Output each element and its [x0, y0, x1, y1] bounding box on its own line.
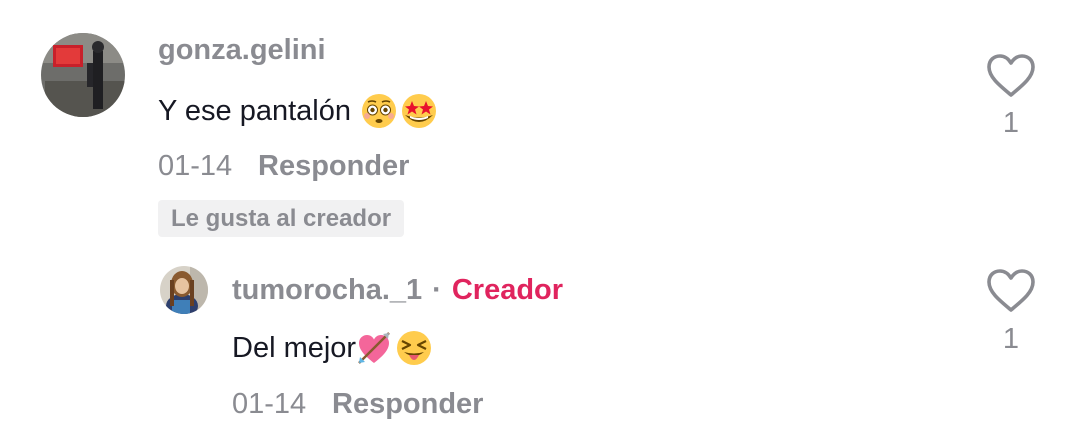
liked-by-creator-badge: Le gusta al creador	[158, 200, 405, 237]
reply-text-content: Del mejor	[232, 331, 357, 364]
reply-button[interactable]: Responder	[332, 388, 483, 421]
reply-date: 01-14	[232, 388, 307, 420]
flushed-face-emoji	[361, 94, 396, 128]
reply-header: tumorocha._1 · Creador	[232, 274, 563, 307]
like-button[interactable]	[985, 53, 1037, 99]
like-button[interactable]	[985, 268, 1037, 314]
creator-label: Creador	[451, 274, 564, 306]
heart-with-arrow-emoji	[358, 332, 390, 364]
comment-username[interactable]: gonza.gelini	[158, 34, 326, 67]
comment-text: Y ese pantalón	[158, 93, 437, 129]
separator-dot: ·	[432, 274, 442, 306]
reply-button[interactable]: Responder	[258, 150, 409, 183]
avatar-image	[160, 266, 208, 314]
star-struck-emoji	[401, 94, 436, 128]
like-count: 1	[1002, 107, 1020, 139]
avatar-image	[41, 33, 125, 117]
avatar[interactable]	[160, 266, 208, 314]
reply-username[interactable]: tumorocha._1	[232, 274, 422, 307]
heart-outline-icon	[987, 269, 1035, 312]
heart-outline-icon	[987, 54, 1035, 97]
like-count: 1	[1002, 323, 1020, 355]
reply-text: Del mejor	[232, 330, 432, 366]
comment-text-content: Y ese pantalón	[158, 94, 351, 127]
comment-date: 01-14	[158, 150, 233, 182]
squinting-tongue-emoji	[397, 331, 432, 365]
avatar[interactable]	[41, 33, 125, 117]
